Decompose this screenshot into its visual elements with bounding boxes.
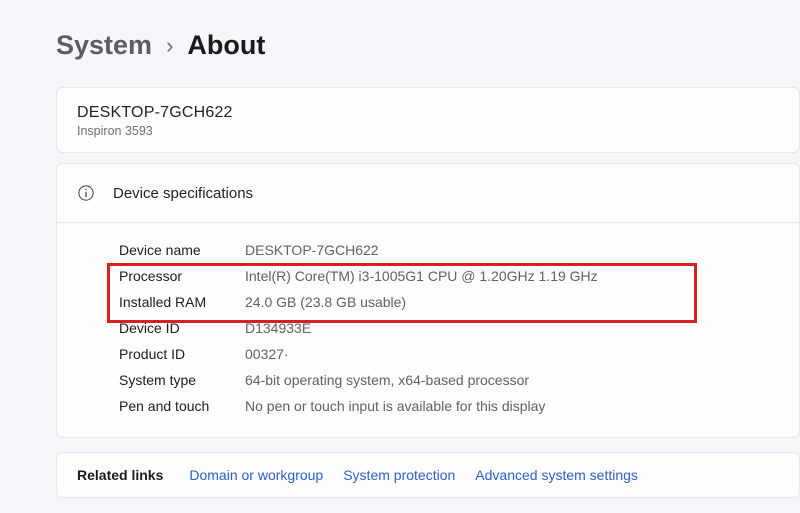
device-header-card: DESKTOP-7GCH622 Inspiron 3593 <box>56 87 800 153</box>
link-system-protection[interactable]: System protection <box>343 467 455 483</box>
breadcrumb-current: About <box>187 30 265 61</box>
spec-value: No pen or touch input is available for t… <box>245 398 545 414</box>
chevron-right-icon: › <box>166 33 173 59</box>
spec-label: Pen and touch <box>119 398 245 414</box>
spec-label: Product ID <box>119 346 245 362</box>
spec-row-pen-touch: Pen and touch No pen or touch input is a… <box>119 393 779 419</box>
spec-row-device-name: Device name DESKTOP-7GCH622 <box>119 237 779 263</box>
spec-label: Installed RAM <box>119 294 245 310</box>
spec-value: DESKTOP-7GCH622 <box>245 242 379 258</box>
specs-title: Device specifications <box>113 185 253 202</box>
spec-value: Intel(R) Core(TM) i3-1005G1 CPU @ 1.20GH… <box>245 268 598 284</box>
specs-header[interactable]: Device specifications <box>57 164 799 223</box>
spec-row-device-id: Device ID D134933E <box>119 315 779 341</box>
device-model-header: Inspiron 3593 <box>77 124 779 138</box>
device-specifications-card: Device specifications Device name DESKTO… <box>56 163 800 438</box>
spec-row-product-id: Product ID 00327· <box>119 341 779 367</box>
spec-value: 00327· <box>245 346 289 362</box>
info-icon <box>77 184 95 202</box>
breadcrumb-parent[interactable]: System <box>56 30 152 61</box>
related-links-bar: Related links Domain or workgroup System… <box>56 452 800 498</box>
spec-label: System type <box>119 372 245 388</box>
spec-row-ram: Installed RAM 24.0 GB (23.8 GB usable) <box>119 289 779 315</box>
link-domain-workgroup[interactable]: Domain or workgroup <box>189 467 323 483</box>
spec-row-processor: Processor Intel(R) Core(TM) i3-1005G1 CP… <box>119 263 779 289</box>
spec-row-system-type: System type 64-bit operating system, x64… <box>119 367 779 393</box>
spec-label: Device name <box>119 242 245 258</box>
spec-value: 64-bit operating system, x64-based proce… <box>245 372 529 388</box>
related-links-label: Related links <box>77 467 163 483</box>
breadcrumb: System › About <box>0 0 800 87</box>
spec-value: D134933E <box>245 320 311 336</box>
specs-body: Device name DESKTOP-7GCH622 Processor In… <box>57 223 799 437</box>
link-advanced-system-settings[interactable]: Advanced system settings <box>475 467 638 483</box>
device-name-header: DESKTOP-7GCH622 <box>77 104 779 122</box>
spec-label: Device ID <box>119 320 245 336</box>
spec-value: 24.0 GB (23.8 GB usable) <box>245 294 406 310</box>
spec-label: Processor <box>119 268 245 284</box>
